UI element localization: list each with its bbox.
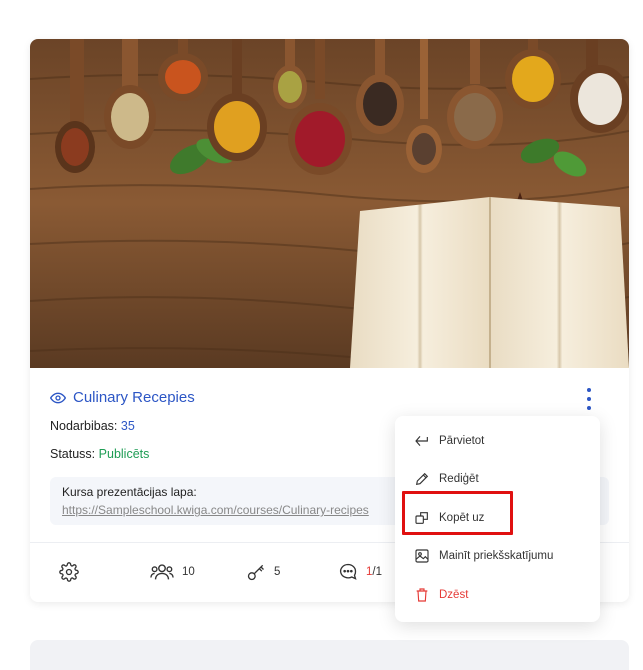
- copy-icon: [415, 512, 428, 524]
- users-icon: [150, 564, 174, 580]
- menu-item-change-preview[interactable]: Mainīt priekšskatījumu: [414, 548, 553, 564]
- menu-item-move-label: Pārvietot: [439, 435, 485, 447]
- kebab-dot-icon: [587, 406, 591, 410]
- course-options-menu: Pārvietot Rediģēt Kopēt uz Mainīt priekš…: [395, 416, 600, 622]
- course-cover-image[interactable]: [30, 39, 629, 368]
- eye-icon: [50, 392, 66, 403]
- kebab-dot-icon: [587, 388, 591, 392]
- menu-item-edit-label: Rediģēt: [439, 473, 479, 485]
- kebab-dot-icon: [587, 397, 591, 401]
- menu-item-edit[interactable]: Rediģēt: [414, 471, 479, 487]
- students-stat[interactable]: 10: [150, 562, 195, 582]
- lessons-label: Nodarbibas:: [50, 419, 118, 433]
- course-title[interactable]: Culinary Recepies: [73, 389, 195, 406]
- key-icon: [247, 564, 264, 581]
- comments-stat[interactable]: 1/1: [338, 562, 382, 582]
- total-comments-count: /1: [372, 566, 382, 578]
- settings-button[interactable]: [59, 562, 79, 582]
- more-options-button[interactable]: [580, 388, 598, 410]
- menu-item-move[interactable]: Pārvietot: [414, 433, 484, 449]
- next-course-card: [30, 640, 629, 670]
- image-icon: [415, 549, 429, 563]
- menu-item-delete[interactable]: Dzēst: [414, 587, 468, 603]
- comment-icon: [339, 563, 357, 580]
- presentation-url-link[interactable]: https://Sampleschool.kwiga.com/courses/C…: [62, 503, 369, 517]
- gear-icon: [59, 562, 79, 582]
- trash-icon: [416, 588, 428, 602]
- move-arrow-icon: [415, 435, 428, 447]
- access-keys-stat[interactable]: 5: [246, 562, 280, 582]
- menu-item-copy-to-label: Kopēt uz: [439, 512, 485, 524]
- status-value: Publicēts: [98, 447, 150, 461]
- lessons-count-line: Nodarbibas: 35: [50, 419, 135, 433]
- menu-item-delete-label: Dzēst: [439, 589, 469, 601]
- students-count: 10: [182, 566, 195, 578]
- status-label: Statuss:: [50, 447, 96, 461]
- keys-count: 5: [274, 566, 281, 578]
- presentation-label: Kursa prezentācijas lapa:: [62, 485, 197, 499]
- course-title-row[interactable]: Culinary Recepies: [50, 389, 195, 406]
- menu-item-copy-to[interactable]: Kopēt uz: [414, 510, 484, 526]
- status-line: Statuss: Publicēts: [50, 447, 149, 461]
- lessons-count: 35: [120, 419, 135, 433]
- menu-item-change-preview-label: Mainīt priekšskatījumu: [439, 550, 554, 562]
- pencil-icon: [415, 472, 429, 486]
